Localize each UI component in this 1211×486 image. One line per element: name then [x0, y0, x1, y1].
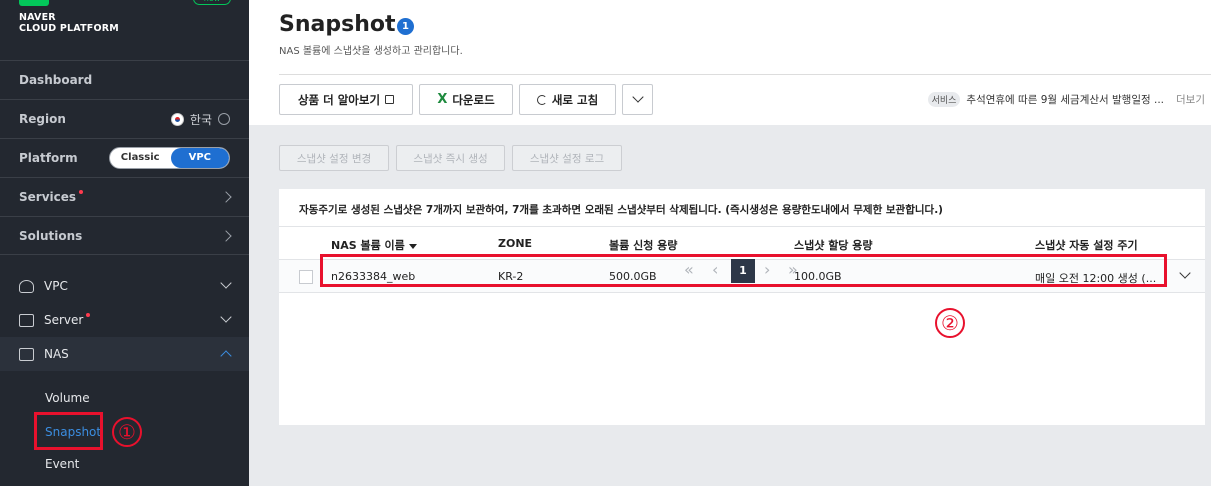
- notice-text[interactable]: 추석연휴에 따른 9월 세금계산서 발행일정 ...: [966, 92, 1164, 107]
- dashboard-label: Dashboard: [19, 73, 93, 87]
- create-now-button[interactable]: 스냅샷 즉시 생성: [396, 145, 505, 171]
- table-description: 자동주기로 생성된 스냅샷은 7개까지 보관하여, 7개를 초과하면 오래된 스…: [299, 204, 943, 216]
- server-icon: [19, 313, 34, 327]
- page-subtitle: NAS 볼륨에 스냅샷을 생성하고 관리합니다.: [279, 46, 463, 57]
- platform-vpc-option[interactable]: VPC: [170, 148, 229, 168]
- header-name-label: NAS 볼륨 이름: [331, 239, 405, 252]
- nas-label: NAS: [44, 347, 69, 361]
- learn-more-label: 상품 더 알아보기: [297, 92, 381, 107]
- logo-mark: [19, 0, 49, 6]
- chevron-right-icon: [220, 229, 232, 242]
- region-label: Region: [19, 112, 66, 126]
- chevron-up-icon: [220, 350, 232, 362]
- sidebar-item-dashboard[interactable]: Dashboard: [0, 60, 249, 99]
- region-value-group: 한국: [170, 111, 230, 128]
- download-button[interactable]: X 다운로드: [419, 84, 513, 115]
- refresh-button[interactable]: 새로 고침: [519, 84, 616, 115]
- sidebar-item-nas[interactable]: NAS: [0, 337, 249, 371]
- divider: [279, 226, 1205, 227]
- region-value: 한국: [189, 112, 212, 127]
- notice-more-link[interactable]: 더보기: [1176, 92, 1205, 107]
- nas-icon: [19, 347, 34, 361]
- sort-down-icon: [408, 243, 417, 249]
- last-page-button[interactable]: »: [788, 259, 798, 283]
- main-panel: Snapshot 1 NAS 볼륨에 스냅샷을 생성하고 관리합니다. 상품 더…: [249, 0, 1211, 486]
- count-badge: 1: [397, 18, 414, 35]
- platform-classic-option[interactable]: Classic: [110, 148, 171, 168]
- sidebar: new NAVER CLOUD PLATFORM Dashboard Regio…: [0, 0, 249, 486]
- brand-name: NAVER CLOUD PLATFORM: [19, 12, 139, 34]
- first-page-button[interactable]: «: [684, 259, 694, 283]
- learn-more-button[interactable]: 상품 더 알아보기: [279, 84, 413, 115]
- refresh-label: 새로 고침: [551, 92, 599, 107]
- refresh-icon: [536, 94, 547, 105]
- sidebar-item-services[interactable]: Services: [0, 177, 249, 216]
- divider: [279, 74, 1211, 75]
- more-dropdown-button[interactable]: [622, 84, 653, 115]
- sidebar-subitem-volume[interactable]: Volume: [45, 391, 90, 405]
- current-page[interactable]: 1: [731, 259, 755, 283]
- chevron-right-icon: [220, 191, 232, 203]
- region-selector[interactable]: Region 한국: [0, 99, 249, 138]
- korea-flag-icon: [170, 112, 184, 126]
- platform-toggle[interactable]: Classic VPC: [108, 147, 230, 169]
- column-header-schedule: 스냅샷 자동 설정 주기: [1035, 239, 1138, 252]
- services-label: Services: [19, 190, 77, 204]
- new-badge: new: [193, 0, 231, 5]
- chevron-down-icon: [220, 311, 232, 323]
- server-label: Server: [44, 313, 84, 327]
- content-area: 스냅샷 설정 변경 스냅샷 즉시 생성 스냅샷 설정 로그 자동주기로 생성된 …: [249, 125, 1211, 486]
- column-header-snapshot-size: 스냅샷 할당 용량: [794, 239, 873, 252]
- chevron-down-icon: [220, 277, 232, 289]
- excel-icon: X: [437, 92, 448, 107]
- brand-line-1: NAVER: [19, 12, 56, 23]
- external-link-icon: [385, 95, 395, 104]
- annotation-marker-2: ②: [935, 308, 965, 338]
- column-header-zone: ZONE: [498, 237, 533, 250]
- chevron-down-icon: [631, 90, 644, 103]
- platform-label: Platform: [19, 151, 78, 165]
- pagination: « ‹ 1 › »: [249, 259, 1211, 283]
- column-header-name[interactable]: NAS 볼륨 이름: [331, 237, 417, 253]
- sidebar-subitem-event[interactable]: Event: [45, 457, 79, 471]
- next-page-button[interactable]: ›: [764, 259, 770, 283]
- platform-row: Platform Classic VPC: [0, 138, 249, 177]
- cloud-icon: [19, 279, 34, 293]
- notice-tag: 서비스: [927, 92, 961, 107]
- highlight-box-snapshot: [34, 412, 103, 450]
- gear-icon[interactable]: [218, 113, 230, 125]
- column-header-volume-size: 볼륨 신청 용량: [609, 239, 678, 252]
- sidebar-item-server[interactable]: Server: [0, 303, 249, 337]
- settings-log-button[interactable]: 스냅샷 설정 로그: [512, 145, 622, 171]
- vpc-label: VPC: [44, 279, 68, 293]
- prev-page-button[interactable]: ‹: [712, 259, 718, 283]
- page-header: Snapshot 1 NAS 볼륨에 스냅샷을 생성하고 관리합니다. 상품 더…: [249, 0, 1211, 125]
- brand-line-2: CLOUD PLATFORM: [19, 23, 119, 34]
- sidebar-item-vpc[interactable]: VPC: [0, 269, 249, 303]
- sidebar-item-solutions[interactable]: Solutions: [0, 216, 249, 255]
- notification-dot: [86, 313, 91, 317]
- change-settings-button[interactable]: 스냅샷 설정 변경: [279, 145, 389, 171]
- snapshot-table-card: 자동주기로 생성된 스냅샷은 7개까지 보관하여, 7개를 초과하면 오래된 스…: [279, 189, 1205, 425]
- solutions-label: Solutions: [19, 228, 83, 243]
- page-title: Snapshot: [279, 12, 396, 37]
- service-notice[interactable]: 서비스 추석연휴에 따른 9월 세금계산서 발행일정 ... 더보기: [927, 92, 1205, 107]
- notification-dot: [79, 190, 84, 194]
- download-label: 다운로드: [452, 92, 495, 107]
- annotation-marker-1: ①: [112, 417, 142, 447]
